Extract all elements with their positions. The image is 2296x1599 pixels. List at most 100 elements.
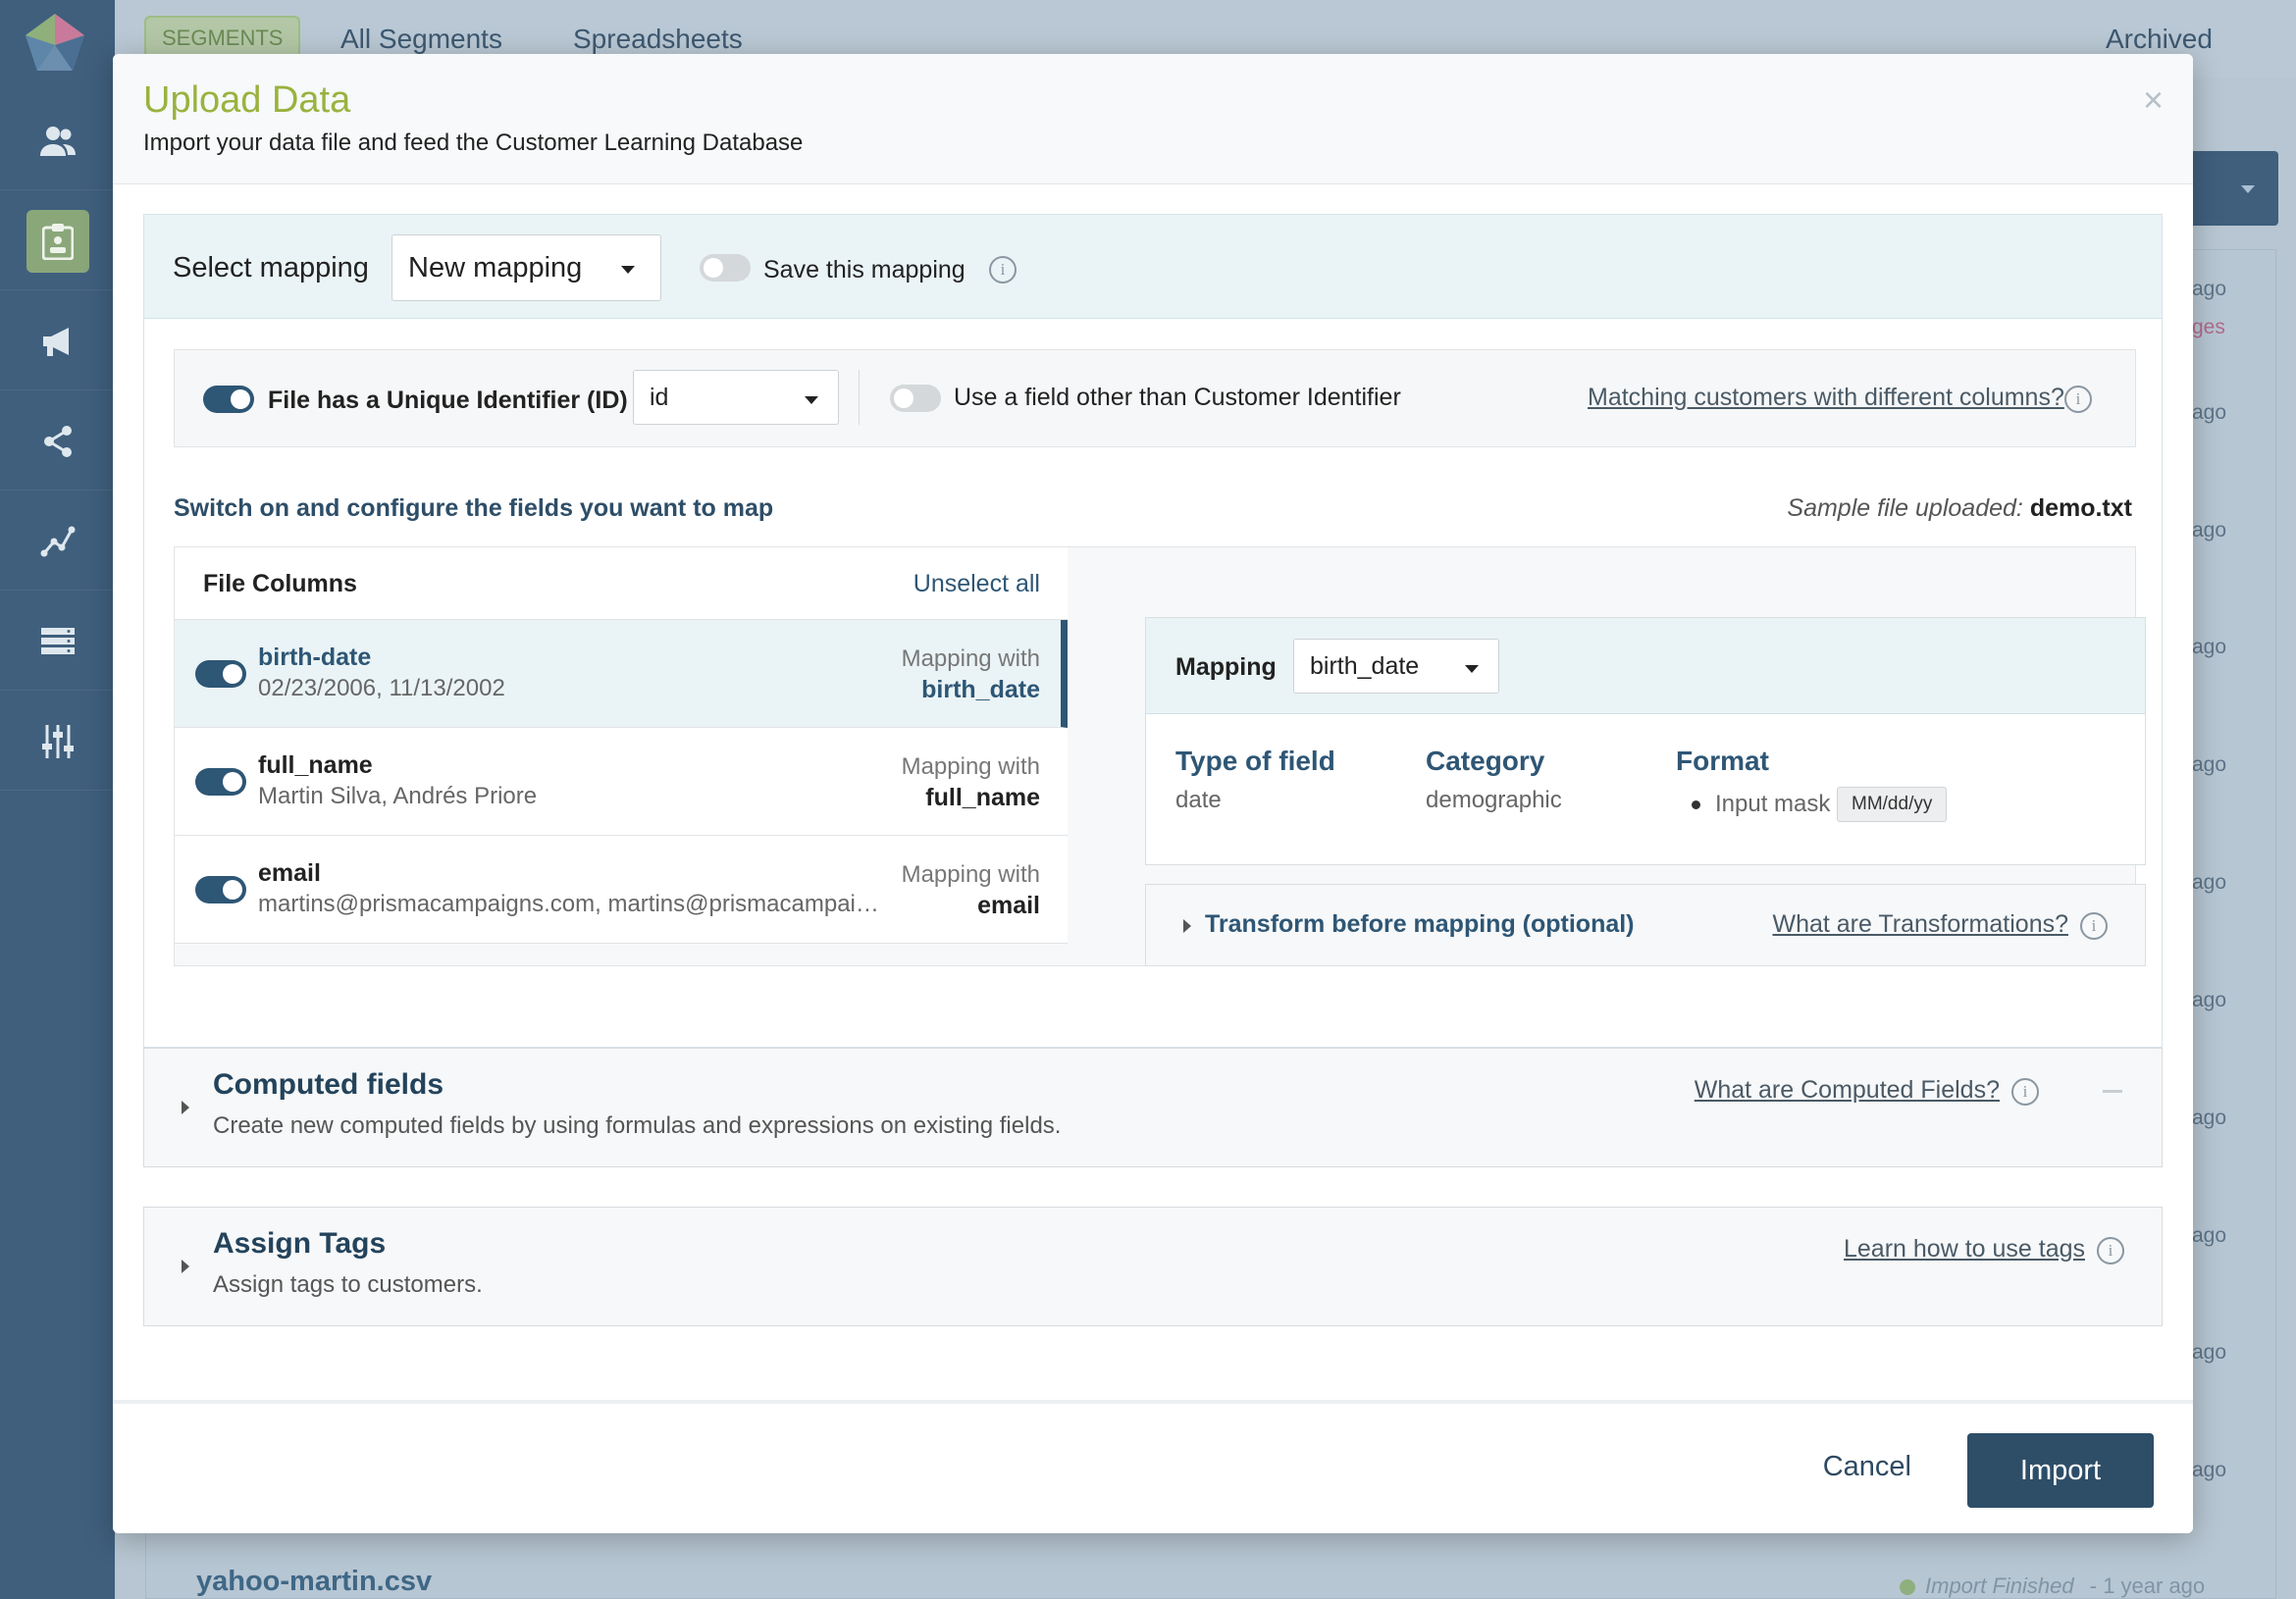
unique-id-label: File has a Unique Identifier (ID) xyxy=(268,387,628,414)
expand-triangle-icon xyxy=(182,1101,189,1114)
sidebar-item-analytics[interactable] xyxy=(0,492,115,591)
info-icon[interactable]: i xyxy=(2011,1078,2039,1106)
sample-file-info: Sample file uploaded: demo.txt xyxy=(1787,494,2132,523)
mapping-select-value: New mapping xyxy=(408,251,583,284)
list-item-time: ago xyxy=(2192,278,2227,300)
other-field-label: Use a field other than Customer Identifi… xyxy=(954,384,1401,411)
assign-tags-link[interactable]: Learn how to use tags xyxy=(1844,1235,2085,1264)
input-mask-value: MM/dd/yy xyxy=(1837,787,1948,822)
chevron-down-icon xyxy=(621,266,635,274)
list-item-filename[interactable]: yahoo-martin.csv xyxy=(196,1566,432,1598)
sidebar xyxy=(0,0,115,1599)
collapse-icon[interactable] xyxy=(2103,1090,2122,1093)
save-mapping-label: Save this mapping xyxy=(763,256,965,284)
list-item-time: ago xyxy=(2192,989,2227,1011)
app-logo[interactable] xyxy=(24,12,86,75)
transform-section[interactable]: Transform before mapping (optional) What… xyxy=(1145,884,2146,966)
list-item-link[interactable]: ges xyxy=(2192,316,2225,339)
analytics-icon xyxy=(40,526,75,556)
divider xyxy=(859,370,860,425)
file-columns-list: File Columns Unselect all birth-date 02/… xyxy=(175,547,1068,944)
detail-mapping-select-value: birth_date xyxy=(1310,651,1420,680)
detail-mapping-select[interactable]: birth_date xyxy=(1293,639,1499,694)
modal-title: Upload Data xyxy=(143,79,351,121)
column-name: email xyxy=(258,859,321,887)
format-label: Format xyxy=(1676,746,1769,776)
info-icon[interactable]: i xyxy=(2080,912,2108,940)
sidebar-item-campaigns[interactable] xyxy=(0,292,115,390)
tab-archived[interactable]: Archived xyxy=(2106,24,2213,55)
expand-triangle-icon xyxy=(1183,919,1191,933)
detail-mapping-label: Mapping xyxy=(1175,653,1277,681)
id-select-value: id xyxy=(650,383,669,411)
list-item-time: ago xyxy=(2192,1459,2227,1481)
megaphone-icon xyxy=(42,327,69,356)
assign-tags-section[interactable]: Assign Tags Assign tags to customers. Le… xyxy=(143,1207,2163,1326)
computed-fields-title: Computed fields xyxy=(213,1068,444,1101)
list-item-time: ago xyxy=(2192,401,2227,424)
share-icon xyxy=(43,425,72,457)
id-select[interactable]: id xyxy=(633,370,839,425)
sliders-icon xyxy=(41,724,74,758)
column-toggle[interactable] xyxy=(195,768,246,796)
import-button[interactable]: Import xyxy=(1967,1433,2154,1508)
save-mapping-toggle[interactable] xyxy=(700,254,751,282)
mapping-select[interactable]: New mapping xyxy=(391,234,661,301)
tab-all-segments[interactable]: All Segments xyxy=(340,24,502,55)
info-icon[interactable]: i xyxy=(2097,1237,2124,1264)
list-item-time: ago xyxy=(2192,1224,2227,1247)
type-of-field-value: date xyxy=(1175,787,1222,813)
column-sample: martins@prismacampaigns.com, martins@pri… xyxy=(258,891,886,917)
sample-file-name: demo.txt xyxy=(2029,494,2132,522)
column-toggle[interactable] xyxy=(195,660,246,688)
sample-file-label: Sample file uploaded: xyxy=(1787,494,2023,522)
computed-fields-section[interactable]: Computed fields Create new computed fiel… xyxy=(143,1048,2163,1167)
mapping-with-label: Mapping with xyxy=(901,645,1040,672)
column-sample: 02/23/2006, 11/13/2002 xyxy=(258,675,505,701)
chevron-down-icon xyxy=(2241,185,2255,193)
unique-id-toggle[interactable] xyxy=(203,386,254,413)
matching-columns-link[interactable]: Matching customers with different column… xyxy=(1588,384,2064,412)
type-of-field-label: Type of field xyxy=(1175,746,1335,776)
mapping-detail-header: Mapping birth_date xyxy=(1146,618,2145,714)
column-row-email[interactable]: email martins@prismacampaigns.com, marti… xyxy=(175,836,1068,944)
modal-header: Upload Data Import your data file and fe… xyxy=(113,54,2193,184)
column-row-birth-date[interactable]: birth-date 02/23/2006, 11/13/2002 Mappin… xyxy=(175,620,1068,728)
list-item-time: ago xyxy=(2192,871,2227,894)
list-item-time: ago xyxy=(2192,519,2227,542)
mapping-with-value: birth_date xyxy=(921,676,1040,703)
sidebar-item-data[interactable] xyxy=(0,192,115,290)
chevron-down-icon xyxy=(805,396,818,404)
upload-data-modal: Upload Data Import your data file and fe… xyxy=(113,54,2193,1533)
close-icon[interactable]: × xyxy=(2143,79,2164,121)
modal-footer: Cancel Import xyxy=(113,1400,2193,1533)
computed-fields-link[interactable]: What are Computed Fields? xyxy=(1695,1076,2000,1105)
unselect-all-link[interactable]: Unselect all xyxy=(913,570,1040,598)
column-toggle[interactable] xyxy=(195,876,246,903)
other-field-toggle[interactable] xyxy=(890,385,941,412)
column-row-full-name[interactable]: full_name Martin Silva, Andrés Priore Ma… xyxy=(175,728,1068,836)
expand-triangle-icon xyxy=(182,1260,189,1273)
assign-tags-title: Assign Tags xyxy=(213,1227,387,1260)
sidebar-item-settings[interactable] xyxy=(0,693,115,791)
select-mapping-label: Select mapping xyxy=(173,252,369,284)
identifier-row: File has a Unique Identifier (ID) id Use… xyxy=(174,349,2136,447)
transform-label: Transform before mapping (optional) xyxy=(1205,910,1635,938)
info-icon[interactable]: i xyxy=(2064,386,2092,413)
database-icon xyxy=(40,627,75,654)
info-icon[interactable]: i xyxy=(989,256,1017,284)
cancel-button[interactable]: Cancel xyxy=(1823,1451,1911,1483)
status-time: - 1 year ago xyxy=(2089,1573,2206,1598)
mapping-with-label: Mapping with xyxy=(901,753,1040,780)
modal-subtitle: Import your data file and feed the Custo… xyxy=(143,129,804,156)
chevron-down-icon xyxy=(1465,665,1479,673)
transformations-link[interactable]: What are Transformations? xyxy=(1772,910,2068,939)
sidebar-item-database[interactable] xyxy=(0,593,115,691)
list-item-time: ago xyxy=(2192,636,2227,658)
tab-spreadsheets[interactable]: Spreadsheets xyxy=(573,24,743,55)
column-name: birth-date xyxy=(258,644,372,671)
sidebar-item-flows[interactable] xyxy=(0,392,115,490)
mapping-bar: Select mapping New mapping Save this map… xyxy=(144,215,2162,319)
sidebar-item-customers[interactable] xyxy=(0,92,115,190)
mapping-with-value: email xyxy=(977,892,1040,919)
